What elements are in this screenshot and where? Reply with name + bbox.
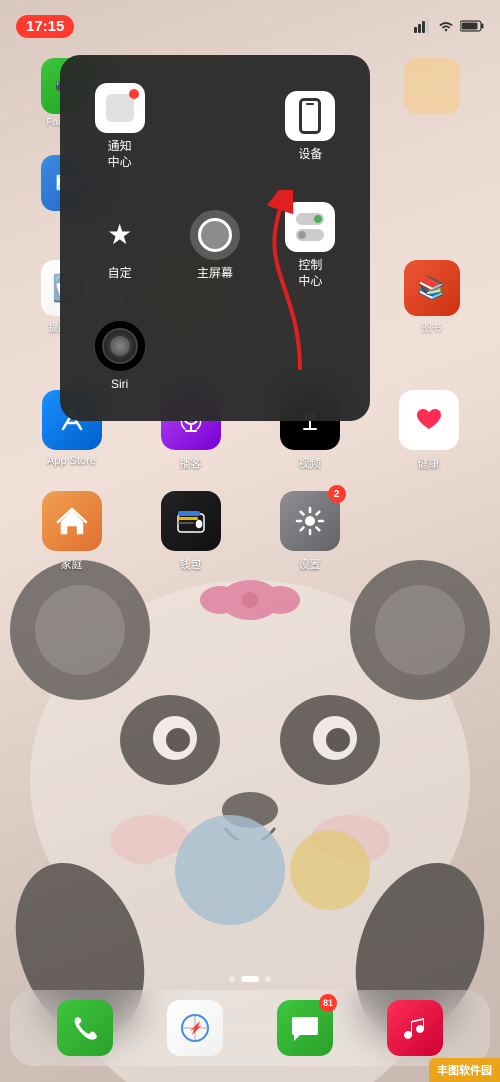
health-icon	[399, 390, 459, 450]
appletv-label: 视频	[299, 455, 321, 471]
menu-item-customize[interactable]: ★ 自定	[76, 190, 163, 301]
app-books[interactable]: 📚 图书	[404, 260, 460, 334]
menu-item-empty3	[267, 309, 354, 405]
star-icon: ★	[95, 210, 145, 260]
menu-item-home-screen[interactable]: 主屏幕	[171, 190, 258, 301]
dock-safari[interactable]	[165, 1000, 225, 1056]
appstore-label: App Store	[47, 455, 96, 467]
status-icons	[414, 19, 484, 33]
wifi-icon	[438, 20, 454, 32]
status-bar: 17:15	[0, 0, 500, 44]
context-menu-grid: 通知中心 设备 ★ 自定 主屏幕	[76, 71, 354, 405]
app-settings[interactable]: 2 设置	[275, 491, 345, 572]
page-dot-2	[241, 976, 259, 982]
dock-phone[interactable]	[55, 1000, 115, 1056]
signal-icon	[414, 19, 432, 33]
siri-icon	[95, 321, 145, 371]
device-icon	[285, 91, 335, 141]
menu-item-notification-center-label: 通知中心	[108, 139, 132, 170]
app-empty3	[404, 58, 460, 128]
health-label: 健康	[418, 455, 440, 471]
app-empty6	[404, 155, 460, 211]
settings-icon: 2	[280, 491, 340, 551]
menu-item-customize-label: 自定	[108, 266, 132, 282]
home-app-label: 家庭	[61, 556, 83, 572]
music-icon	[387, 1000, 443, 1056]
menu-item-siri[interactable]: Siri	[76, 309, 163, 405]
apps-row-2: 家庭 钱包 2 设置	[12, 491, 488, 572]
home-icon	[42, 491, 102, 551]
menu-item-control-center[interactable]: 控制中心	[267, 190, 354, 301]
menu-item-device[interactable]: 设备	[267, 71, 354, 182]
wallet-label: 钱包	[180, 556, 202, 572]
dock-music[interactable]	[385, 1000, 445, 1056]
home-button-icon	[190, 210, 240, 260]
settings-badge: 2	[328, 485, 346, 503]
podcasts-label: 播客	[180, 455, 202, 471]
wallet-icon	[161, 491, 221, 551]
page-dot-3	[265, 976, 271, 982]
status-time: 17:15	[16, 15, 74, 38]
app-empty-slot	[394, 491, 464, 572]
app-home[interactable]: 家庭	[37, 491, 107, 572]
dock: 81	[10, 990, 490, 1066]
menu-item-control-center-label: 控制中心	[298, 258, 322, 289]
menu-item-empty2	[171, 309, 258, 405]
menu-item-empty-top	[171, 71, 258, 182]
context-menu: 通知中心 设备 ★ 自定 主屏幕	[60, 55, 370, 421]
page-dot-1	[229, 976, 235, 982]
control-center-icon	[285, 202, 335, 252]
battery-icon	[460, 20, 484, 32]
menu-item-home-screen-label: 主屏幕	[197, 266, 233, 282]
dock-messages[interactable]: 81	[275, 1000, 335, 1056]
safari-icon	[167, 1000, 223, 1056]
watermark: 丰图软件园	[429, 1058, 500, 1082]
app-health[interactable]: 健康	[394, 390, 464, 471]
notification-center-icon	[95, 83, 145, 133]
settings-label: 设置	[299, 556, 321, 572]
phone-icon	[57, 1000, 113, 1056]
messages-badge: 81	[319, 994, 337, 1012]
menu-item-notification-center[interactable]: 通知中心	[76, 71, 163, 182]
app-wallet[interactable]: 钱包	[156, 491, 226, 572]
menu-item-device-label: 设备	[298, 147, 322, 163]
page-dots	[0, 976, 500, 982]
menu-item-siri-label: Siri	[111, 377, 128, 393]
